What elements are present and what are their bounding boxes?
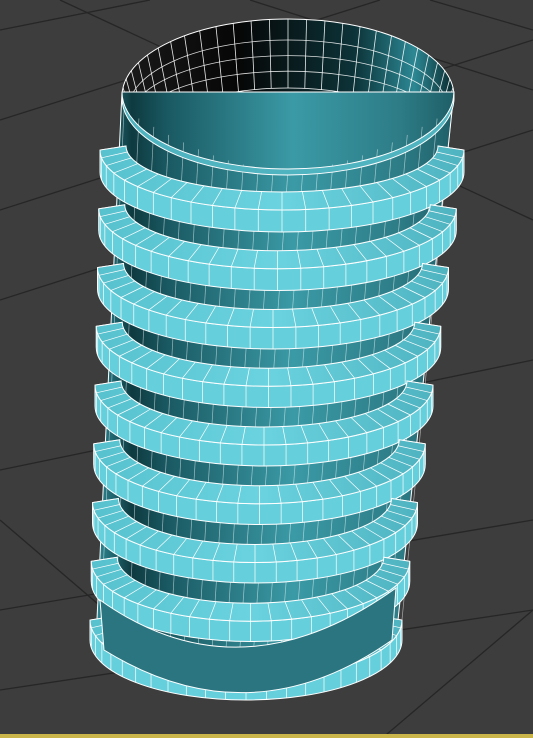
threaded-cylinder-model[interactable] <box>89 18 465 701</box>
grid-line <box>429 0 533 31</box>
viewport-perspective[interactable] <box>0 0 533 738</box>
grid-line <box>0 0 151 31</box>
active-viewport-border <box>0 734 533 738</box>
viewport-canvas[interactable] <box>0 0 533 738</box>
